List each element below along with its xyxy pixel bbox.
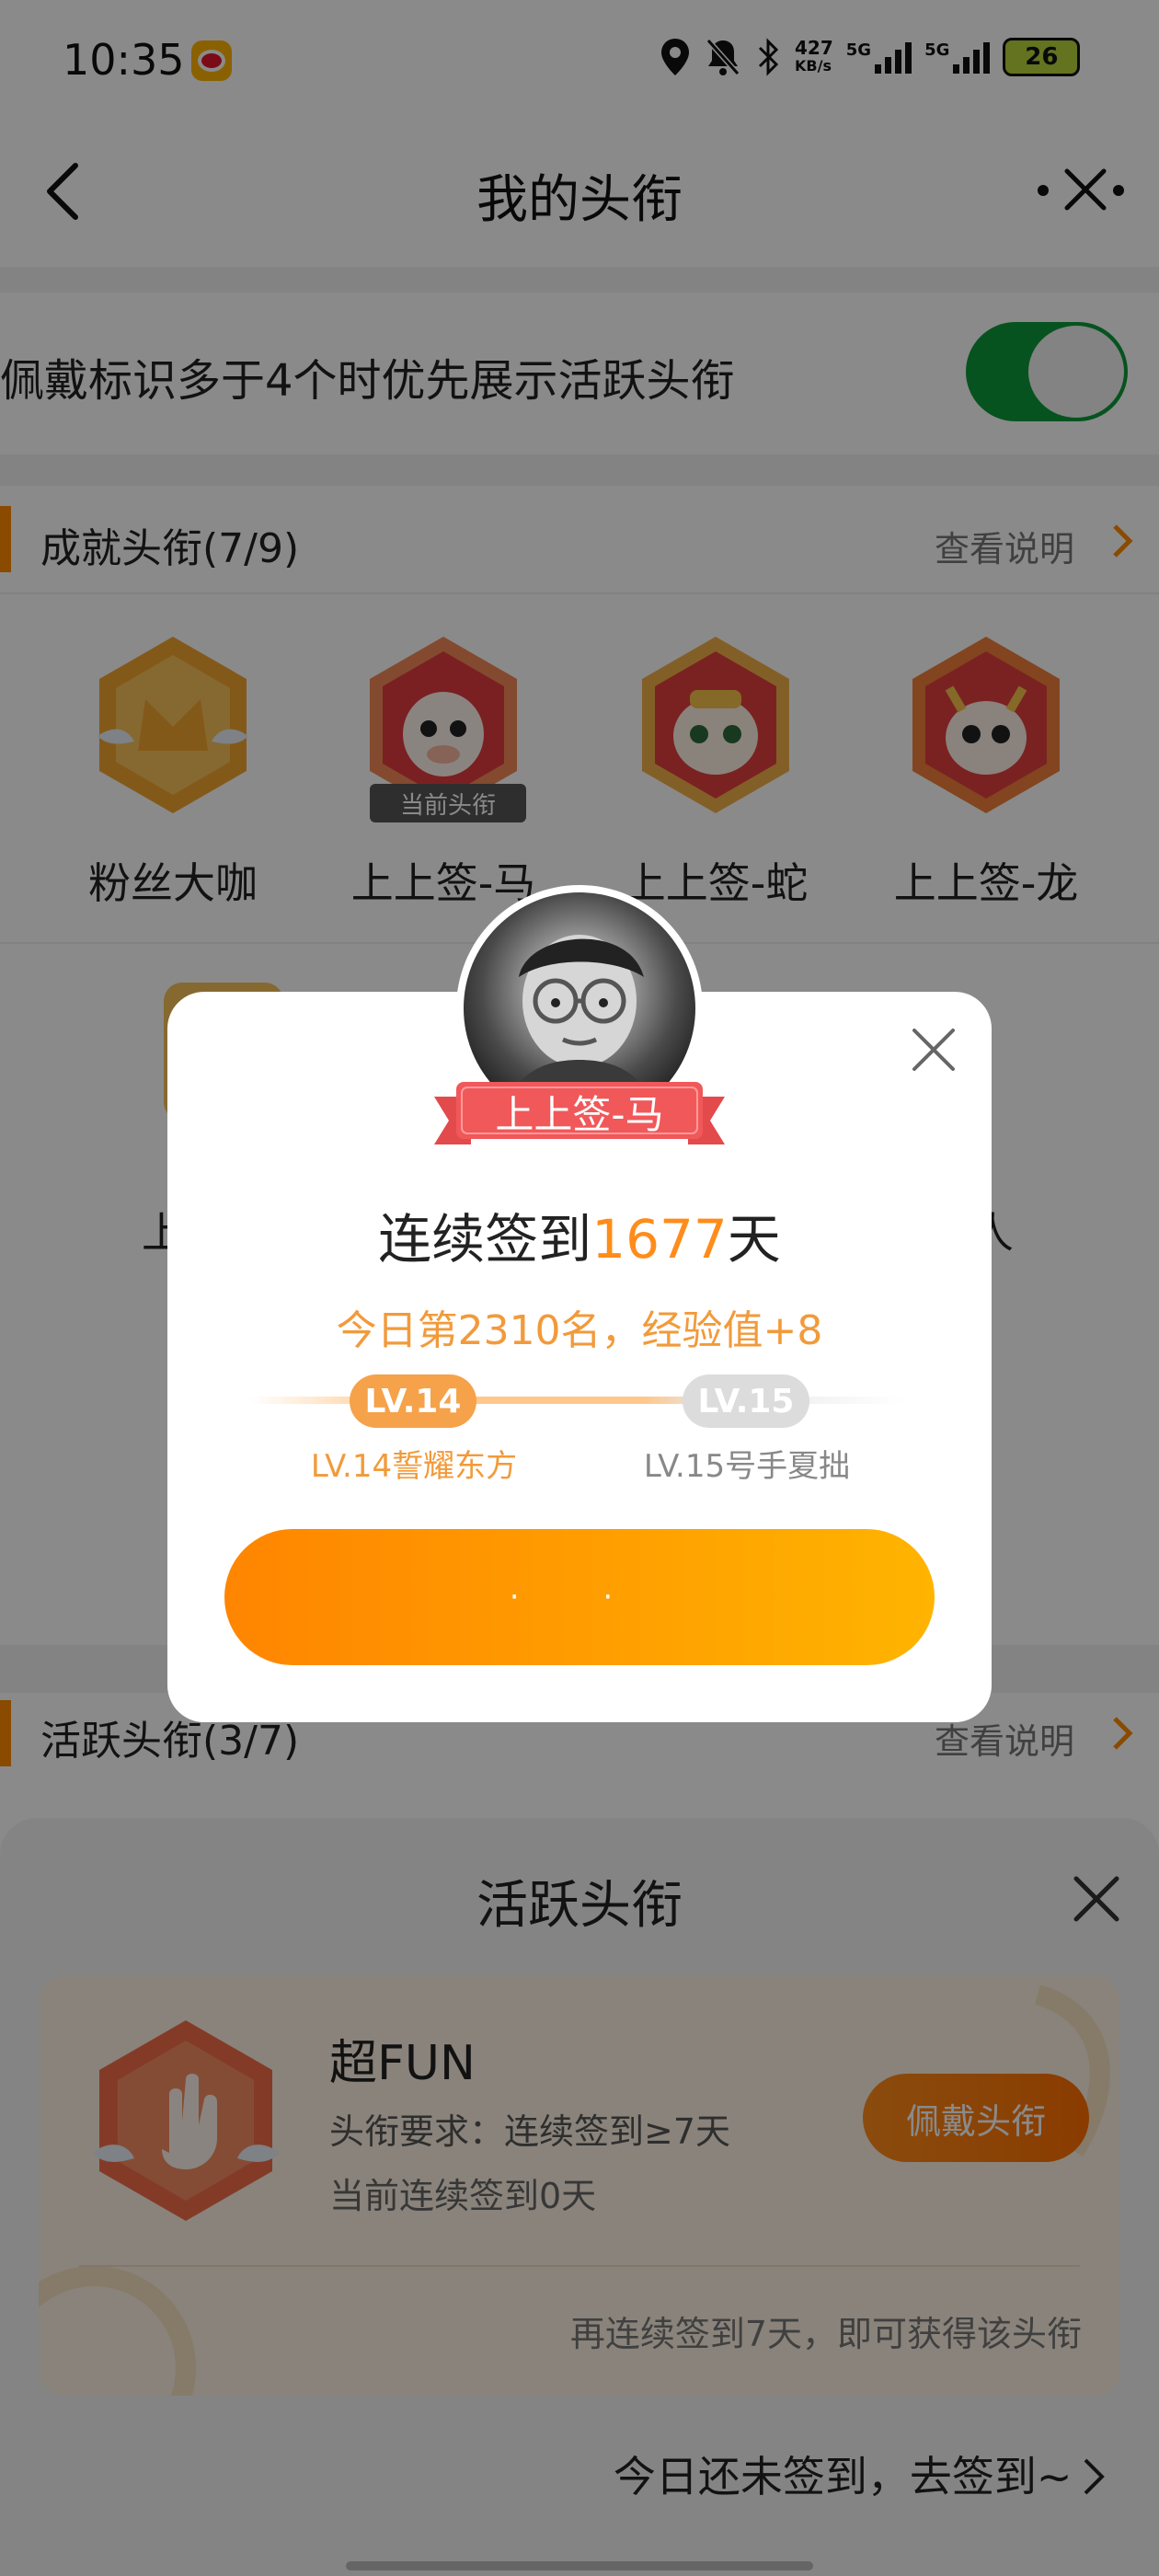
level-next-pill: LV.15 [683,1374,809,1428]
close-icon[interactable] [909,1025,958,1075]
level-next-name: LV.15号手夏拙 [643,1448,851,1485]
rank-text: 今日第2310名，经验值+8 [336,1307,823,1354]
streak-text: 连续签到1677天 [378,1208,781,1271]
confirm-button[interactable]: · · [224,1529,935,1665]
streak-days: 1677 [591,1208,728,1271]
ribbon-label: 上上签-马 [495,1092,664,1137]
level-current-name: LV.14誓耀东方 [310,1448,518,1485]
level-current-pill: LV.14 [350,1374,476,1428]
